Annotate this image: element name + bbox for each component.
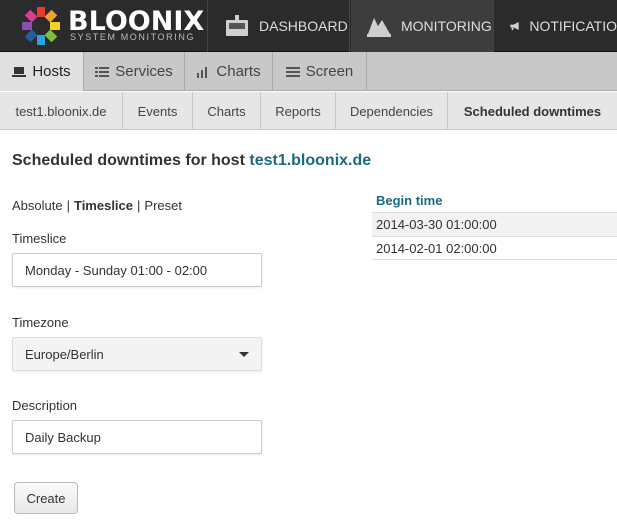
megaphone-icon: [510, 22, 519, 30]
mode-separator: |: [137, 198, 141, 213]
subtab-reports[interactable]: Reports: [261, 92, 336, 130]
mode-preset[interactable]: Preset: [144, 198, 182, 213]
page-title-prefix: Scheduled downtimes for host: [12, 152, 245, 169]
timeslice-label: Timeslice: [12, 231, 67, 246]
subtab-host[interactable]: test1.bloonix.de: [0, 92, 123, 130]
brand-logo[interactable]: BLOONIX SYSTEM MONITORING: [0, 0, 208, 52]
bar-chart-icon: [197, 66, 208, 78]
subtab-scheduled-downtimes[interactable]: Scheduled downtimes: [448, 92, 617, 130]
timeslice-field[interactable]: Monday - Sunday 01:00 - 02:00: [12, 253, 262, 287]
subtab-dependencies[interactable]: Dependencies: [336, 92, 448, 130]
topnav-notifications-label: NOTIFICATIO: [529, 18, 617, 34]
downtimes-table: Begin time 2014-03-30 01:00:00 2014-02-0…: [372, 188, 617, 260]
description-field[interactable]: Daily Backup: [12, 420, 262, 454]
tab-charts-label: Charts: [216, 63, 261, 80]
mode-switch: Absolute | Timeslice | Preset: [12, 198, 182, 213]
host-subtabs: test1.bloonix.de Events Charts Reports D…: [0, 92, 617, 130]
subtab-charts[interactable]: Charts: [193, 92, 261, 130]
dashboard-icon: [226, 15, 248, 36]
table-row[interactable]: 2014-02-01 02:00:00: [372, 236, 617, 260]
timeslice-value: Monday - Sunday 01:00 - 02:00: [25, 262, 208, 278]
laptop-icon: [12, 66, 27, 77]
tab-screen-label: Screen: [305, 63, 354, 80]
mode-absolute[interactable]: Absolute: [12, 198, 63, 213]
mode-timeslice[interactable]: Timeslice: [74, 198, 133, 213]
description-value: Daily Backup: [25, 429, 101, 445]
topnav-dashboard[interactable]: DASHBOARD: [209, 0, 350, 52]
timezone-select[interactable]: Europe/Berlin: [12, 337, 262, 371]
subtab-events[interactable]: Events: [123, 92, 193, 130]
tab-hosts-label: Hosts: [32, 63, 71, 80]
topnav-dashboard-label: DASHBOARD: [259, 18, 348, 34]
table-row[interactable]: 2014-03-30 01:00:00: [372, 212, 617, 236]
timezone-value: Europe/Berlin: [25, 346, 104, 362]
mode-separator: |: [66, 198, 70, 213]
list-icon: [285, 66, 300, 77]
tab-hosts[interactable]: Hosts: [0, 52, 84, 91]
create-button[interactable]: Create: [14, 482, 78, 514]
table-header-begin-time[interactable]: Begin time: [372, 188, 617, 212]
brand-subtitle: SYSTEM MONITORING: [70, 32, 196, 42]
chevron-down-icon: [239, 351, 249, 357]
logo-icon: [22, 7, 60, 45]
tab-services[interactable]: Services: [84, 52, 185, 91]
description-label: Description: [12, 398, 78, 413]
page-title: Scheduled downtimes for host test1.bloon…: [12, 152, 371, 170]
topnav-monitoring[interactable]: MONITORING: [351, 0, 494, 52]
top-navigation-bar: BLOONIX SYSTEM MONITORING DASHBOARD MONI…: [0, 0, 617, 52]
topnav-monitoring-label: MONITORING: [401, 18, 492, 34]
tab-charts[interactable]: Charts: [185, 52, 273, 91]
tab-screen[interactable]: Screen: [273, 52, 367, 91]
main-tabs: Hosts Services Charts Screen: [0, 52, 617, 91]
tab-services-label: Services: [115, 63, 173, 80]
monitoring-icon: [367, 18, 391, 37]
topnav-notifications[interactable]: NOTIFICATIO: [495, 0, 617, 52]
timezone-label: Timezone: [12, 315, 69, 330]
page-title-host[interactable]: test1.bloonix.de: [249, 152, 371, 169]
list-icon: [95, 66, 110, 77]
